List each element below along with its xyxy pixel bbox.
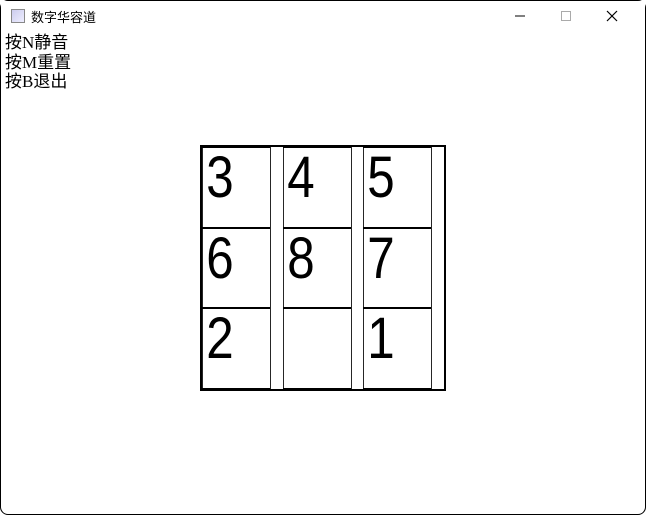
app-icon bbox=[11, 9, 25, 23]
window-title: 数字华容道 bbox=[31, 7, 497, 26]
tile-6[interactable]: 2 bbox=[202, 308, 271, 389]
maximize-button[interactable] bbox=[543, 1, 589, 31]
tile-empty[interactable] bbox=[283, 308, 352, 389]
tile-2[interactable]: 5 bbox=[363, 147, 432, 228]
window-controls bbox=[497, 1, 635, 31]
instruction-reset: 按M重置 bbox=[5, 53, 71, 73]
puzzle-board[interactable]: 3 4 5 6 8 7 2 1 bbox=[200, 145, 446, 391]
instruction-mute: 按N静音 bbox=[5, 33, 71, 53]
tile-1[interactable]: 4 bbox=[283, 147, 352, 228]
tile-4[interactable]: 8 bbox=[283, 228, 352, 309]
minimize-button[interactable] bbox=[497, 1, 543, 31]
tile-0[interactable]: 3 bbox=[202, 147, 271, 228]
instruction-exit: 按B退出 bbox=[5, 72, 71, 92]
instructions-panel: 按N静音 按M重置 按B退出 bbox=[5, 33, 71, 92]
tile-3[interactable]: 6 bbox=[202, 228, 271, 309]
titlebar: 数字华容道 bbox=[1, 1, 645, 31]
tile-8[interactable]: 1 bbox=[363, 308, 432, 389]
tile-5[interactable]: 7 bbox=[363, 228, 432, 309]
close-button[interactable] bbox=[589, 1, 635, 31]
